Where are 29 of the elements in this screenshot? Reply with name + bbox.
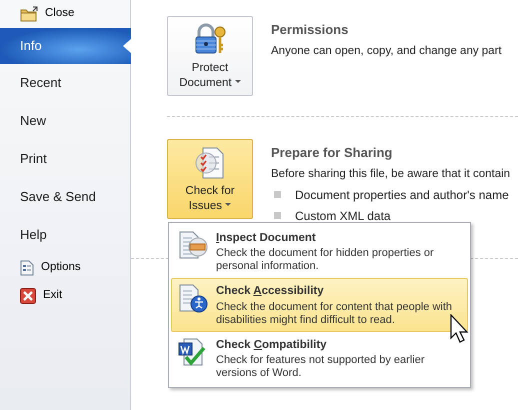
menu-item[interactable]: Inspect Document Check the document for hidden properties or personal information. [171, 225, 468, 278]
section-description: Anyone can open, copy, and change any part [271, 44, 502, 58]
section-title: Prepare for Sharing [271, 144, 394, 162]
menu-tab[interactable]: Save & Send [0, 178, 131, 216]
ribbon-button[interactable]: Protect Document [167, 16, 253, 96]
dropdown-arrow-icon [234, 80, 241, 84]
menu-command[interactable]: Close [0, 0, 131, 28]
bullet-text: Custom XML data [295, 208, 391, 225]
bullet-icon [274, 212, 281, 220]
section-description: Before sharing this file, be aware that it contain [271, 166, 510, 182]
close-icon [20, 288, 36, 304]
document-icon [178, 230, 208, 260]
menu-tab[interactable]: New [0, 102, 131, 140]
section-title: Permissions [271, 21, 350, 39]
menu-tab[interactable]: Info [0, 28, 131, 64]
document-icon [20, 260, 34, 276]
menu-command[interactable]: Exit [0, 282, 131, 310]
bullet-icon [274, 191, 281, 198]
menu-tab[interactable]: Help [0, 216, 131, 254]
folder-icon [20, 6, 38, 22]
bullet-text: Document properties and author's name [295, 186, 509, 204]
menu-command[interactable]: Options [0, 254, 131, 282]
menu-tab[interactable]: Print [0, 140, 131, 178]
ribbon-button[interactable]: Check for Issues [167, 139, 253, 219]
menu-item[interactable]: Check Accessibility Check the document for content that people with disabilities might find difficult to read. [171, 278, 468, 332]
dropdown-arrow-icon [225, 203, 232, 207]
word-document-check-icon [178, 336, 208, 366]
menu-tab[interactable]: Recent [0, 64, 131, 102]
accessibility-document-icon [178, 283, 208, 314]
